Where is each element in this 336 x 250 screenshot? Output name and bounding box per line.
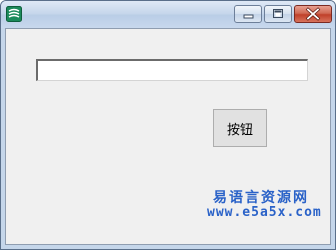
action-button[interactable]: 按钮: [213, 109, 267, 147]
close-icon: [305, 7, 321, 21]
maximize-icon: [273, 9, 283, 18]
close-button[interactable]: [294, 5, 332, 23]
minimize-button[interactable]: [234, 5, 262, 23]
title-bar[interactable]: [1, 1, 335, 28]
watermark-url: www.e5a5x.com: [207, 205, 322, 220]
maximize-button[interactable]: [264, 5, 292, 23]
app-window: 按钮 易语言资源网 www.e5a5x.com: [0, 0, 336, 250]
watermark-site-name: 易语言资源网: [213, 190, 309, 206]
text-input[interactable]: [36, 59, 308, 81]
app-logo-icon[interactable]: [6, 6, 22, 22]
minimize-icon: [243, 14, 254, 19]
